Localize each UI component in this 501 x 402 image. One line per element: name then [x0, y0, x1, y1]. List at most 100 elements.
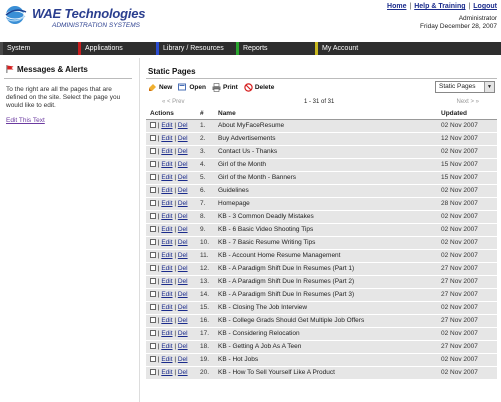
table-row[interactable]: | Edit | Del 3. Contact Us - Thanks 02 Nov … — [146, 145, 497, 159]
del-link[interactable]: Del — [178, 187, 188, 194]
row-checkbox[interactable] — [150, 239, 156, 245]
edit-link[interactable]: Edit — [161, 278, 172, 285]
table-row[interactable]: | Edit | Del 2. Buy Advertisements 12 Nov 2… — [146, 132, 497, 146]
edit-link[interactable]: Edit — [161, 291, 172, 298]
edit-link[interactable]: Edit — [161, 252, 172, 259]
table-row[interactable]: | Edit | Del 17. KB - Considering Relocati… — [146, 327, 497, 341]
edit-link[interactable]: Edit — [161, 148, 172, 155]
row-checkbox[interactable] — [150, 252, 156, 258]
del-link[interactable]: Del — [178, 135, 188, 142]
del-link[interactable]: Del — [178, 252, 188, 259]
row-checkbox[interactable] — [150, 369, 156, 375]
table-row[interactable]: | Edit | Del 12. KB - A Paradigm Shift Due… — [146, 262, 497, 276]
edit-link[interactable]: Edit — [161, 187, 172, 194]
edit-link[interactable]: Edit — [161, 330, 172, 337]
edit-link[interactable]: Edit — [161, 135, 172, 142]
row-checkbox[interactable] — [150, 148, 156, 154]
row-checkbox[interactable] — [150, 265, 156, 271]
row-checkbox[interactable] — [150, 174, 156, 180]
edit-text-link[interactable]: Edit This Text — [6, 117, 45, 124]
table-row[interactable]: | Edit | Del 14. KB - A Paradigm Shift Due… — [146, 288, 497, 302]
nav-reports[interactable]: Reports — [236, 42, 315, 55]
table-row[interactable]: | Edit | Del 10. KB - 7 Basic Resume Writi… — [146, 236, 497, 250]
row-checkbox[interactable] — [150, 356, 156, 362]
edit-link[interactable]: Edit — [161, 356, 172, 363]
del-link[interactable]: Del — [178, 226, 188, 233]
table-row[interactable]: | Edit | Del 19. KB - Hot Jobs 02 Nov 2007 — [146, 353, 497, 367]
page-type-select[interactable]: Static Pages ▼ — [435, 81, 495, 93]
del-link[interactable]: Del — [178, 369, 188, 376]
table-row[interactable]: | Edit | Del 9. KB - 6 Basic Video Shootin… — [146, 223, 497, 237]
row-updated: 02 Nov 2007 — [437, 184, 497, 198]
row-checkbox[interactable] — [150, 291, 156, 297]
del-link[interactable]: Del — [178, 200, 188, 207]
open-button[interactable]: Open — [178, 83, 206, 92]
del-link[interactable]: Del — [178, 304, 188, 311]
table-row[interactable]: | Edit | Del 15. KB - Closing The Job Inte… — [146, 301, 497, 315]
table-row[interactable]: | Edit | Del 8. KB - 3 Common Deadly Mista… — [146, 210, 497, 224]
edit-link[interactable]: Edit — [161, 343, 172, 350]
edit-link[interactable]: Edit — [161, 239, 172, 246]
prev-page-link[interactable]: « < Prev — [162, 99, 185, 105]
help-link[interactable]: Help & Training — [414, 3, 465, 10]
new-button[interactable]: New — [148, 83, 172, 92]
del-link[interactable]: Del — [178, 174, 188, 181]
table-row[interactable]: | Edit | Del 7. Homepage 28 Nov 2007 — [146, 197, 497, 211]
table-row[interactable]: | Edit | Del 1. About MyFaceResume 02 Nov 2… — [146, 119, 497, 133]
row-checkbox[interactable] — [150, 187, 156, 193]
table-row[interactable]: | Edit | Del 6. Guidelines 02 Nov 2007 — [146, 184, 497, 198]
nav-applications[interactable]: Applications — [78, 42, 156, 55]
del-link[interactable]: Del — [178, 265, 188, 272]
row-checkbox[interactable] — [150, 226, 156, 232]
row-checkbox[interactable] — [150, 122, 156, 128]
nav-library-resources[interactable]: Library / Resources — [156, 42, 236, 55]
table-row[interactable]: | Edit | Del 13. KB - A Paradigm Shift Due… — [146, 275, 497, 289]
edit-link[interactable]: Edit — [161, 369, 172, 376]
row-checkbox[interactable] — [150, 200, 156, 206]
row-checkbox[interactable] — [150, 343, 156, 349]
delete-button[interactable]: Delete — [244, 83, 274, 92]
del-link[interactable]: Del — [178, 330, 188, 337]
row-checkbox[interactable] — [150, 304, 156, 310]
table-row[interactable]: | Edit | Del 11. KB - Account Home Resume … — [146, 249, 497, 263]
del-link[interactable]: Del — [178, 343, 188, 350]
table-row[interactable]: | Edit | Del 16. KB - College Grads Should… — [146, 314, 497, 328]
edit-link[interactable]: Edit — [161, 200, 172, 207]
edit-link[interactable]: Edit — [161, 122, 172, 129]
edit-link[interactable]: Edit — [161, 174, 172, 181]
edit-link[interactable]: Edit — [161, 317, 172, 324]
del-link[interactable]: Del — [178, 317, 188, 324]
print-button[interactable]: Print — [212, 83, 238, 92]
del-link[interactable]: Del — [178, 161, 188, 168]
del-link[interactable]: Del — [178, 239, 188, 246]
print-icon — [212, 83, 221, 92]
row-checkbox[interactable] — [150, 213, 156, 219]
table-row[interactable]: | Edit | Del 4. Girl of the Month 15 Nov 20… — [146, 158, 497, 172]
nav-my-account[interactable]: My Account — [315, 42, 501, 55]
del-link[interactable]: Del — [178, 278, 188, 285]
row-actions: | Edit | Del — [146, 158, 196, 172]
row-checkbox[interactable] — [150, 317, 156, 323]
del-link[interactable]: Del — [178, 122, 188, 129]
edit-link[interactable]: Edit — [161, 213, 172, 220]
del-link[interactable]: Del — [178, 213, 188, 220]
row-checkbox[interactable] — [150, 135, 156, 141]
del-link[interactable]: Del — [178, 291, 188, 298]
table-row[interactable]: | Edit | Del 5. Girl of the Month - Banner… — [146, 171, 497, 185]
del-link[interactable]: Del — [178, 356, 188, 363]
edit-link[interactable]: Edit — [161, 226, 172, 233]
logout-link[interactable]: Logout — [473, 3, 497, 10]
row-name: KB - 3 Common Deadly Mistakes — [214, 210, 437, 224]
edit-link[interactable]: Edit — [161, 161, 172, 168]
row-checkbox[interactable] — [150, 330, 156, 336]
home-link[interactable]: Home — [387, 3, 406, 10]
row-checkbox[interactable] — [150, 278, 156, 284]
table-row[interactable]: | Edit | Del 20. KB - How To Sell Yourself… — [146, 366, 497, 380]
next-page-link[interactable]: Next > » — [456, 99, 479, 105]
edit-link[interactable]: Edit — [161, 304, 172, 311]
del-link[interactable]: Del — [178, 148, 188, 155]
nav-system[interactable]: System — [0, 42, 78, 55]
table-row[interactable]: | Edit | Del 18. KB - Getting A Job As A T… — [146, 340, 497, 354]
row-checkbox[interactable] — [150, 161, 156, 167]
edit-link[interactable]: Edit — [161, 265, 172, 272]
